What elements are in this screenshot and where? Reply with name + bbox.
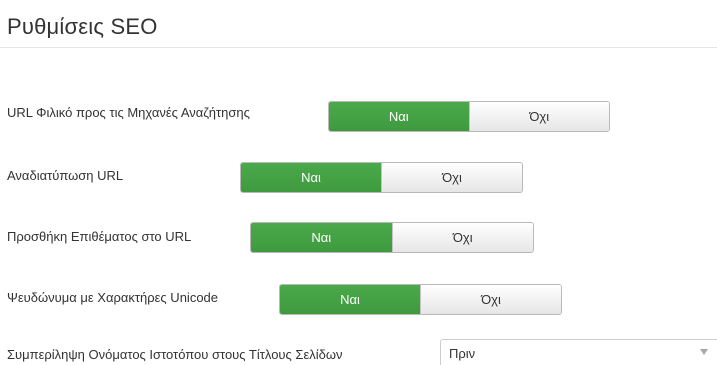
url-rewriting-yes-button[interactable]: Ναι (241, 163, 381, 192)
sef-urls-label: URL Φιλικό προς τις Μηχανές Αναζήτησης (7, 105, 250, 120)
url-suffix-toggle: Ναι Όχι (250, 222, 534, 253)
title-divider (0, 47, 717, 48)
section-title: Ρυθμίσεις SEO (7, 14, 158, 39)
seo-settings-panel: Ρυθμίσεις SEO URL Φιλικό προς τις Μηχανέ… (0, 0, 717, 365)
sef-urls-toggle: Ναι Όχι (328, 101, 610, 132)
site-name-in-titles-value: Πριν (449, 345, 476, 361)
url-suffix-yes-button[interactable]: Ναι (251, 223, 392, 252)
sef-urls-no-button[interactable]: Όχι (468, 102, 609, 131)
site-name-in-titles-select[interactable]: Πριν (440, 339, 717, 365)
chevron-down-icon[interactable] (700, 349, 708, 355)
sef-urls-yes-button[interactable]: Ναι (329, 102, 469, 131)
unicode-aliases-toggle: Ναι Όχι (279, 284, 562, 315)
unicode-aliases-yes-button[interactable]: Ναι (280, 285, 420, 314)
url-suffix-label: Προσθήκη Επιθέματος στο URL (7, 229, 192, 244)
url-rewriting-toggle: Ναι Όχι (240, 162, 523, 193)
url-rewriting-label: Αναδιατύπωση URL (7, 168, 124, 183)
site-name-in-titles-label: Συμπερίληψη Ονόματος Ιστοτόπου στους Τίτ… (7, 347, 343, 362)
url-rewriting-no-button[interactable]: Όχι (381, 163, 522, 192)
unicode-aliases-no-button[interactable]: Όχι (420, 285, 561, 314)
url-suffix-no-button[interactable]: Όχι (391, 223, 533, 252)
unicode-aliases-label: Ψευδώνυμα με Χαρακτήρες Unicode (7, 290, 219, 305)
